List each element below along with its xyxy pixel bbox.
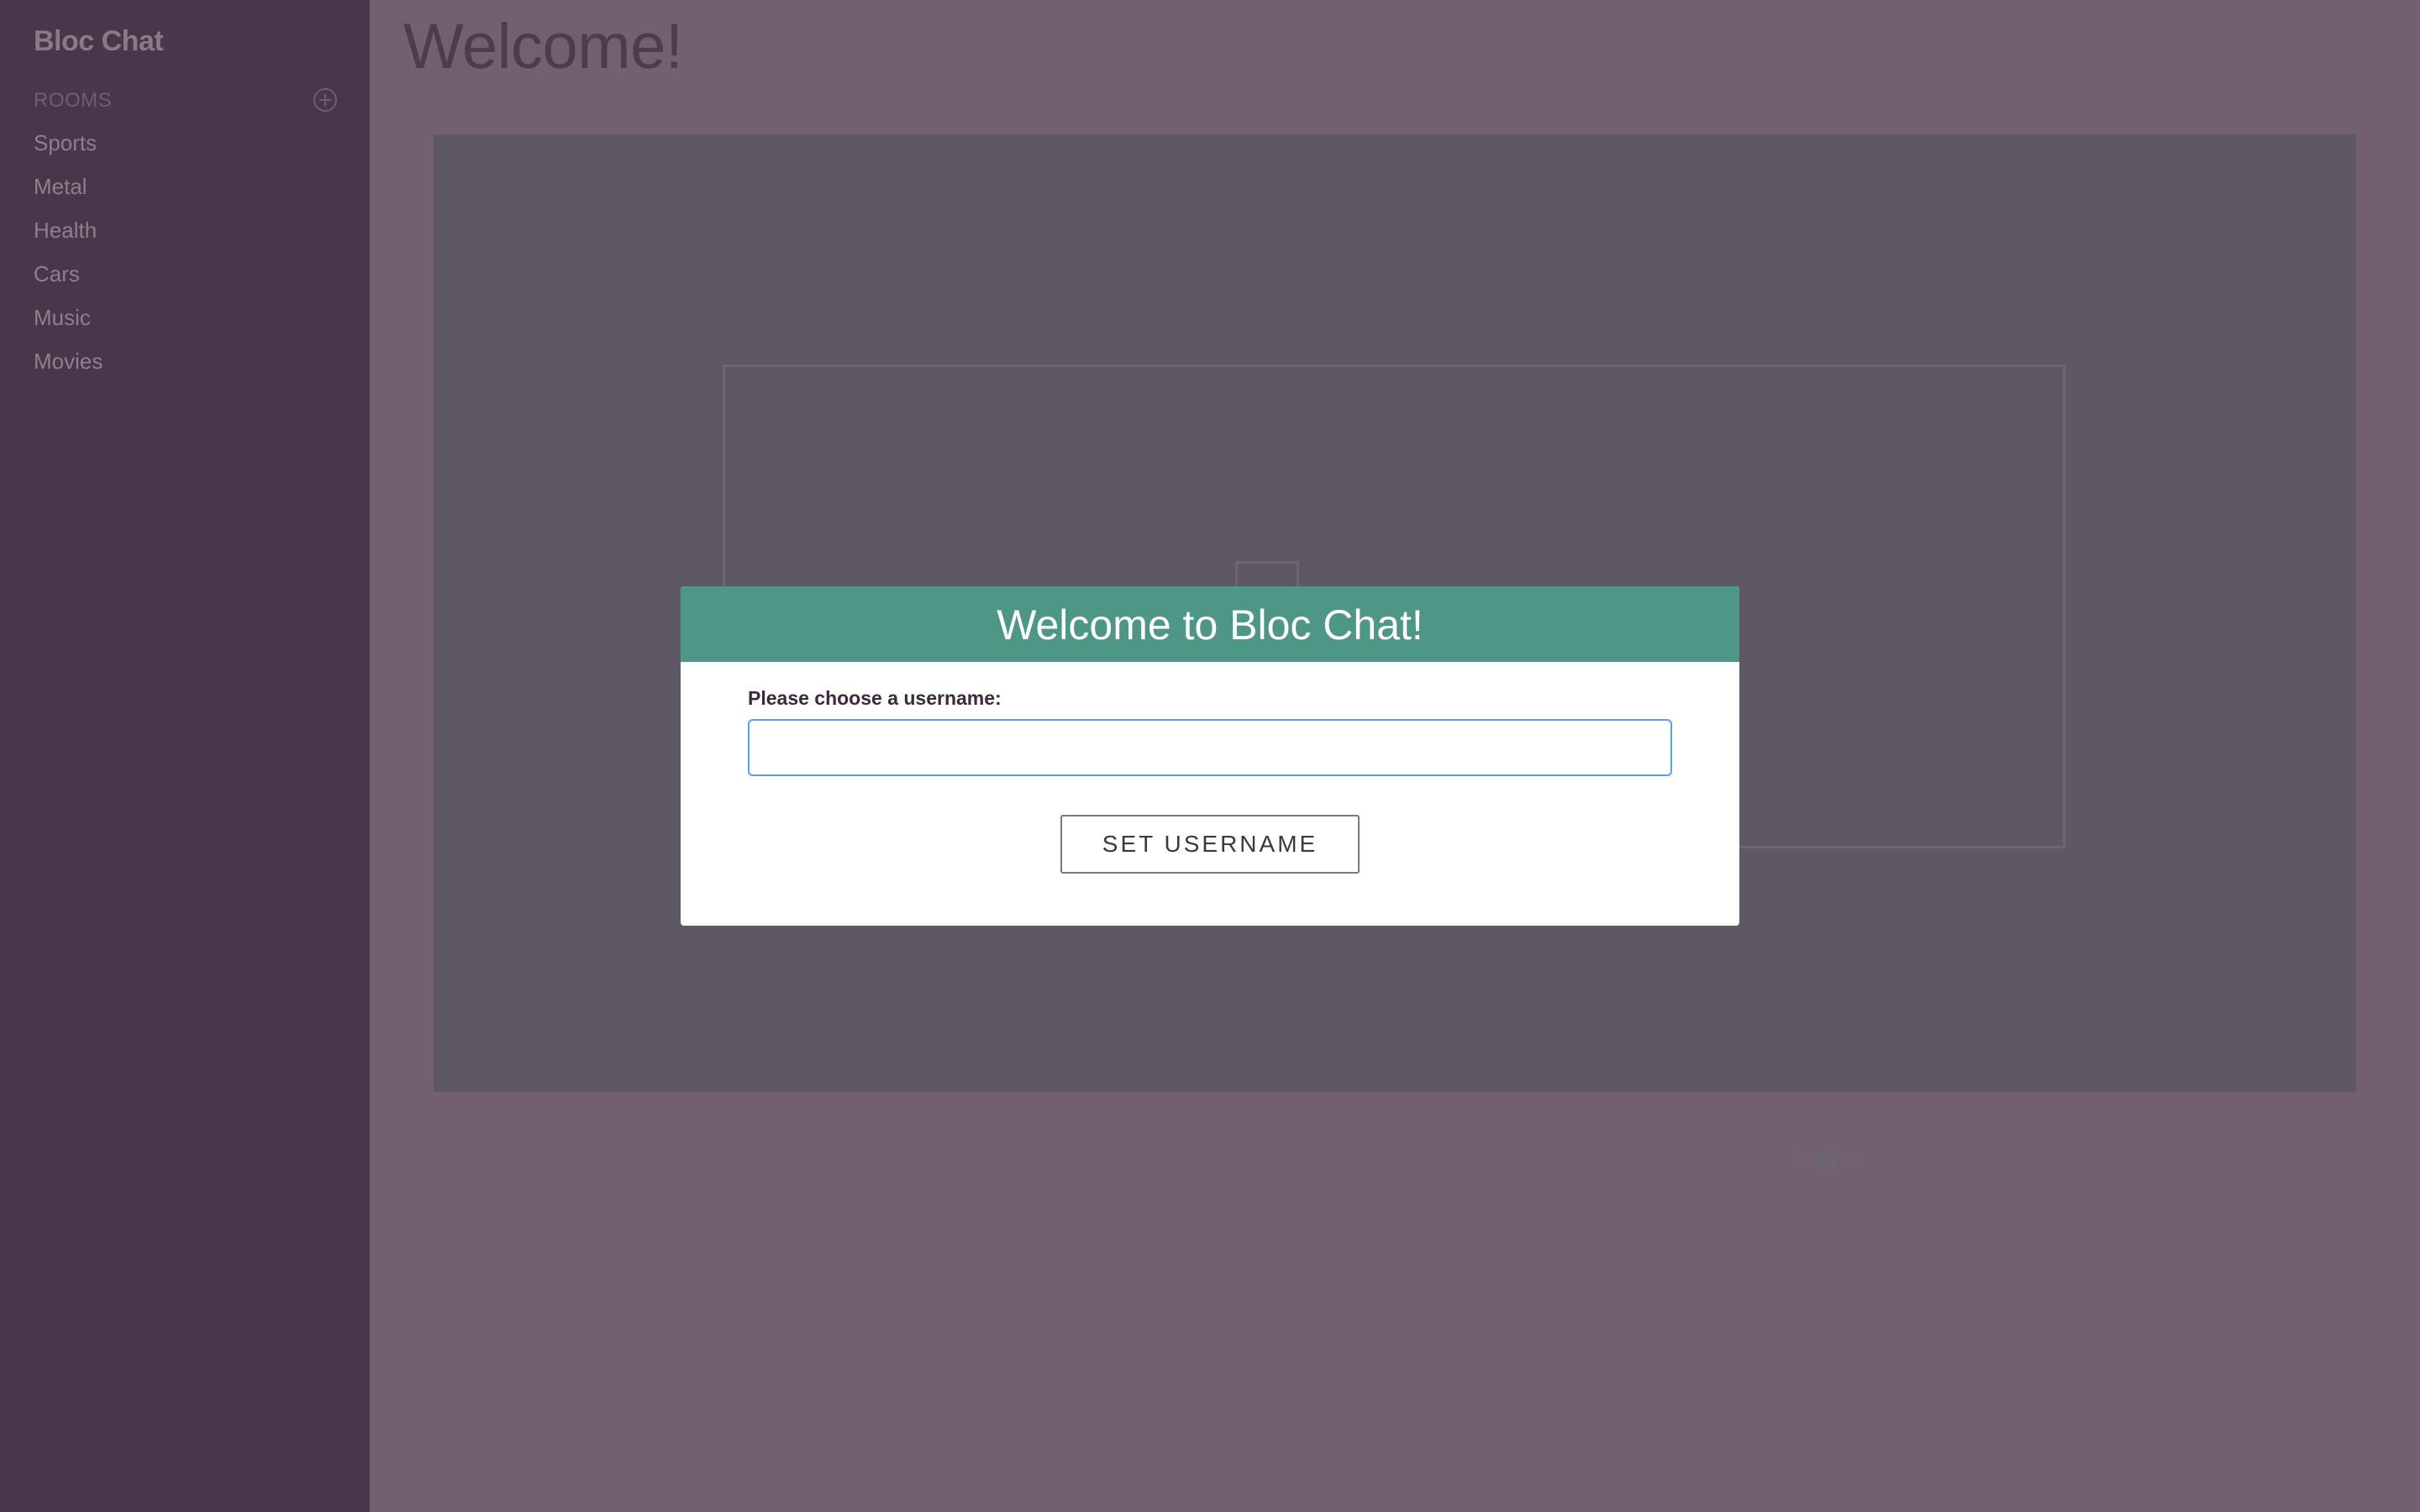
- username-modal: Welcome to Bloc Chat! Please choose a us…: [681, 586, 1739, 926]
- app-brand: Bloc Chat: [34, 25, 164, 57]
- page-title: Welcome!: [403, 11, 683, 82]
- rooms-header: ROOMS: [34, 87, 338, 114]
- carousel-dot-1[interactable]: [1797, 1154, 1810, 1168]
- sidebar-item-sports[interactable]: Sports: [34, 128, 103, 171]
- username-input[interactable]: [748, 719, 1672, 776]
- modal-title: Welcome to Bloc Chat!: [681, 586, 1739, 662]
- plus-circle-icon[interactable]: [313, 87, 338, 113]
- carousel-dot-2[interactable]: [1817, 1149, 1839, 1171]
- carousel-dot-3[interactable]: [1845, 1154, 1859, 1168]
- set-username-button[interactable]: SET USERNAME: [1060, 815, 1360, 874]
- sidebar-item-music[interactable]: Music: [34, 302, 103, 346]
- sidebar-item-health[interactable]: Health: [34, 215, 103, 259]
- modal-body: Please choose a username: SET USERNAME: [681, 662, 1739, 926]
- room-list: Sports Metal Health Cars Music Movies: [34, 128, 103, 390]
- sidebar-item-cars[interactable]: Cars: [34, 259, 103, 302]
- username-label: Please choose a username:: [748, 687, 1002, 709]
- sidebar-item-metal[interactable]: Metal: [34, 171, 103, 215]
- sidebar-item-movies[interactable]: Movies: [34, 346, 103, 390]
- sidebar: Bloc Chat ROOMS Sports Metal Health Cars…: [0, 0, 370, 1512]
- rooms-label: ROOMS: [34, 89, 113, 112]
